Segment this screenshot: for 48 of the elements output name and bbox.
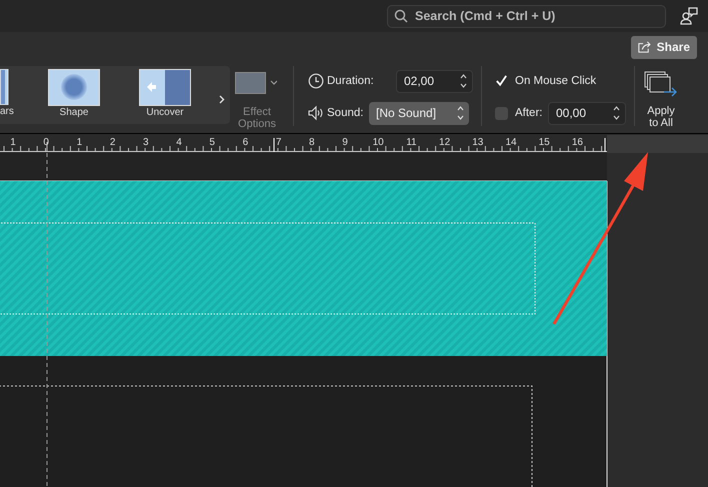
speaker-icon bbox=[308, 105, 324, 121]
ruler-number: 5 bbox=[209, 137, 215, 148]
slides-stack-icon bbox=[644, 71, 678, 99]
on-mouse-click-label: On Mouse Click bbox=[515, 75, 596, 87]
ruler-number: 11 bbox=[406, 137, 417, 148]
checkbox[interactable] bbox=[495, 74, 508, 88]
transition-thumbnail bbox=[0, 69, 9, 105]
ruler-number: 14 bbox=[505, 137, 517, 148]
ruler-number: 7 bbox=[276, 137, 282, 148]
search-icon bbox=[394, 8, 408, 22]
ruler-number: 1 bbox=[76, 137, 82, 148]
share-button[interactable]: Share bbox=[631, 36, 697, 58]
search-field[interactable]: Search (Cmd + Ctrl + U) bbox=[387, 4, 666, 28]
duration-label: Duration: bbox=[327, 75, 375, 87]
ruler-number: 2 bbox=[110, 137, 116, 148]
after-field[interactable]: 00,00 bbox=[548, 102, 626, 124]
ruler-number: 10 bbox=[372, 137, 384, 148]
indent-marker[interactable] bbox=[604, 138, 606, 152]
person-chat-icon[interactable] bbox=[680, 7, 698, 25]
stepper-icon[interactable] bbox=[613, 105, 620, 121]
stepper-icon bbox=[457, 105, 464, 121]
after-label: After: bbox=[515, 107, 544, 119]
clock-icon bbox=[308, 73, 324, 89]
effect-options-button[interactable]: Effect Options bbox=[235, 72, 285, 130]
ruler-number: 15 bbox=[538, 137, 550, 148]
gallery-next-icon[interactable] bbox=[219, 95, 225, 104]
transition-thumbnail bbox=[139, 69, 191, 106]
ruler-number: 0 bbox=[43, 137, 49, 148]
transition-item[interactable]: Uncover bbox=[139, 69, 191, 118]
sound-label: Sound: bbox=[327, 107, 364, 119]
transition-thumbnail bbox=[48, 69, 100, 106]
ruler-number: 9 bbox=[342, 137, 348, 148]
ruler-number: 8 bbox=[309, 137, 315, 148]
sound-dropdown[interactable]: [No Sound] bbox=[369, 102, 469, 124]
apply-to-all-button[interactable]: Apply to All bbox=[643, 71, 679, 129]
ruler-number: 12 bbox=[439, 137, 450, 148]
duration-field[interactable]: 02,00 bbox=[396, 70, 473, 92]
share-icon bbox=[638, 40, 652, 54]
ruler-number: 4 bbox=[176, 137, 182, 148]
ruler-number: 13 bbox=[472, 137, 484, 148]
checkbox[interactable] bbox=[495, 106, 508, 120]
stepper-icon[interactable] bbox=[460, 73, 467, 89]
ruler-number: 3 bbox=[143, 137, 149, 148]
effect-swatch-icon bbox=[235, 72, 277, 94]
ruler-number: 6 bbox=[242, 137, 248, 148]
transition-item[interactable]: Shape bbox=[48, 69, 100, 118]
ruler-number: 16 bbox=[572, 137, 583, 148]
ruler-number: 1 bbox=[10, 137, 16, 148]
